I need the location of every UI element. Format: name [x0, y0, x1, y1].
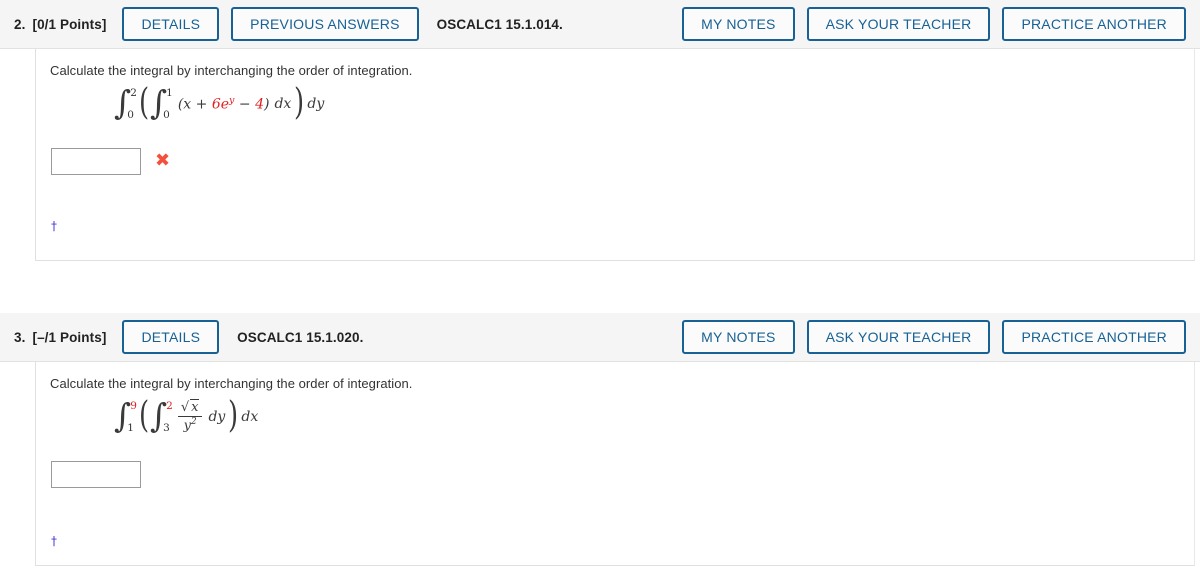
close-paren-3: ) [228, 394, 239, 436]
my-notes-button-3[interactable]: MY NOTES [682, 320, 795, 354]
problem-3-fraction: √ x y2 [177, 399, 203, 433]
problem-block-2: 2. [0/1 Points] DETAILS PREVIOUS ANSWERS… [0, 0, 1200, 261]
problem-2-prompt: Calculate the integral by interchanging … [50, 63, 413, 78]
denominator-base: y [183, 418, 192, 434]
radicand: x [190, 399, 200, 416]
outer-upper-limit-2: 2 [130, 87, 137, 99]
integrand-open: (x + [177, 96, 212, 113]
denominator-exponent: 2 [191, 416, 197, 427]
radical-icon: √ x [180, 399, 200, 416]
fraction-numerator: √ x [177, 399, 203, 417]
problem-2-body: Calculate the integral by interchanging … [35, 49, 1195, 261]
integrand-red-constant: 4 [255, 96, 264, 113]
problem-3-points: [–/1 Points] [32, 329, 107, 345]
ask-your-teacher-button-3[interactable]: ASK YOUR TEACHER [806, 320, 991, 354]
inner-integral-sign-2: ∫ 1 0 [149, 83, 173, 123]
open-paren-3: ( [138, 394, 149, 436]
problem-separator-gap [0, 261, 1200, 313]
outer-differential-2: dy [307, 96, 325, 112]
problem-2-answer-row: ✖ [36, 130, 1194, 180]
ask-your-teacher-button-2[interactable]: ASK YOUR TEACHER [806, 7, 991, 41]
previous-answers-button-2[interactable]: PREVIOUS ANSWERS [231, 7, 419, 41]
integral-symbol-icon: ∫ [149, 83, 168, 123]
outer-integral-limits-3: 9 1 [127, 400, 137, 433]
problem-2-code: OSCALC1 15.1.014. [436, 16, 563, 32]
integral-symbol-icon: ∫ [114, 83, 132, 123]
incorrect-mark-icon: ✖ [155, 150, 171, 171]
problem-2-integrand: (x + 6ey − 4) [178, 95, 270, 113]
inner-differential-2: dx [274, 96, 292, 112]
inner-integral-sign-3: ∫ 2 3 [149, 396, 173, 436]
problem-3-prompt: Calculate the integral by interchanging … [50, 376, 413, 391]
problem-3-header: 3. [–/1 Points] DETAILS OSCALC1 15.1.020… [0, 313, 1200, 362]
integral-symbol-icon: ∫ [114, 396, 132, 436]
answer-input-3[interactable] [51, 460, 141, 488]
problem-3-integral-expression: ∫ 9 1 ( ∫ 2 3 √ x y2 dy) dx [114, 394, 260, 436]
practice-another-button-2[interactable]: PRACTICE ANOTHER [1002, 7, 1186, 41]
close-paren-2: ) [294, 81, 305, 123]
problem-2-number: 2. [14, 16, 26, 32]
inner-upper-limit-3: 2 [166, 400, 173, 412]
fraction-denominator: y2 [181, 417, 200, 433]
answer-input-2[interactable] [51, 147, 141, 175]
problem-2-points: [0/1 Points] [32, 16, 107, 32]
radical-sign: √ [180, 400, 190, 416]
problem-3-number: 3. [14, 329, 26, 345]
problem-2-header-actions: MY NOTES ASK YOUR TEACHER PRACTICE ANOTH… [682, 7, 1186, 41]
open-paren-2: ( [138, 81, 149, 123]
inner-differential-3: dy [208, 409, 226, 425]
problem-block-3: 3. [–/1 Points] DETAILS OSCALC1 15.1.020… [0, 313, 1200, 566]
footnote-dagger-3[interactable]: † [36, 493, 1194, 565]
outer-integral-sign-3: ∫ 9 1 [114, 396, 137, 436]
inner-upper-limit-2: 1 [166, 87, 173, 99]
inner-integral-limits-3: 2 3 [163, 400, 173, 433]
integrand-close: ) [263, 96, 270, 113]
integrand-red-coefficient: 6e [211, 96, 230, 113]
integrand-operator: − [234, 96, 256, 113]
outer-integral-sign-2: ∫ 2 0 [114, 83, 137, 123]
problem-2-integral-expression: ∫ 2 0 ( ∫ 1 0 (x + 6ey − 4) dx ) dy [114, 81, 326, 123]
my-notes-button-2[interactable]: MY NOTES [682, 7, 795, 41]
practice-another-button-3[interactable]: PRACTICE ANOTHER [1002, 320, 1186, 354]
inner-integral-limits-2: 1 0 [163, 87, 173, 120]
integral-symbol-icon: ∫ [149, 396, 168, 436]
problem-3-math-row: ∫ 9 1 ( ∫ 2 3 √ x y2 dy) dx [36, 391, 1194, 443]
details-button-2[interactable]: DETAILS [122, 7, 220, 41]
problem-3-header-actions: MY NOTES ASK YOUR TEACHER PRACTICE ANOTH… [682, 320, 1186, 354]
problem-3-answer-row [36, 443, 1194, 493]
outer-upper-limit-3: 9 [130, 400, 137, 412]
details-button-3[interactable]: DETAILS [122, 320, 220, 354]
outer-differential-3: dx [241, 409, 259, 425]
problem-3-body: Calculate the integral by interchanging … [35, 362, 1195, 566]
footnote-dagger-2[interactable]: † [36, 180, 1194, 260]
outer-integral-limits-2: 2 0 [127, 87, 137, 120]
problem-3-code: OSCALC1 15.1.020. [237, 329, 364, 345]
problem-2-math-row: ∫ 2 0 ( ∫ 1 0 (x + 6ey − 4) dx ) dy [36, 78, 1194, 130]
problem-2-header: 2. [0/1 Points] DETAILS PREVIOUS ANSWERS… [0, 0, 1200, 49]
